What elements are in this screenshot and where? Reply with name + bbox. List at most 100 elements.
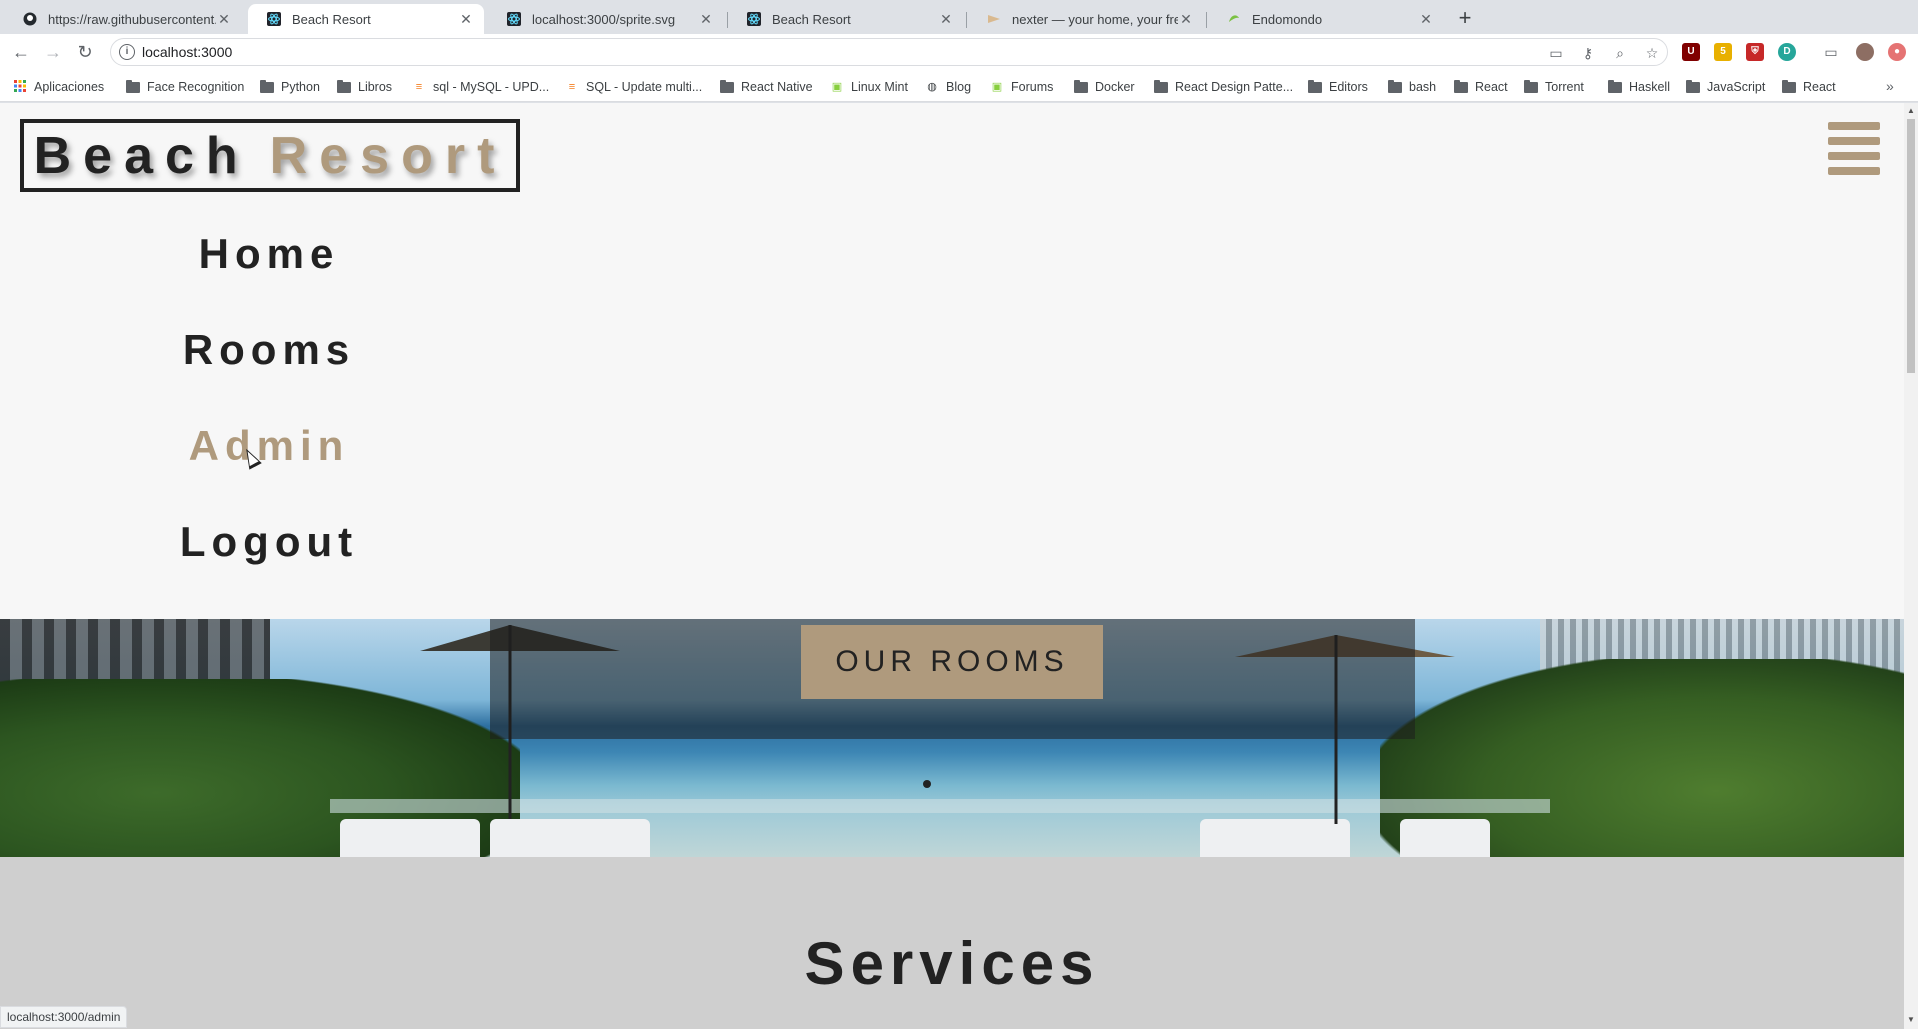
tab-github-raw[interactable]: https://raw.githubusercontent.c ✕ [4,4,242,34]
back-icon[interactable]: ← [9,40,33,64]
bookmark-label: Face Recognition [147,80,245,94]
more-bookmarks-icon[interactable]: » [1886,78,1894,94]
reload-icon[interactable]: ↻ [73,40,97,64]
tab-title: Endomondo [1252,11,1323,27]
tab-title: https://raw.githubusercontent.c [48,11,216,27]
nav-link-logout[interactable]: Logout [0,518,538,566]
apps-grid-icon [13,80,27,94]
bookmark-apps[interactable]: Aplicaciones [13,78,104,96]
close-tab-icon[interactable]: ✕ [698,11,714,28]
react-icon [746,11,762,27]
close-tab-icon[interactable]: ✕ [458,11,474,28]
bookmark-link[interactable]: ≡ SQL - Update multi... [565,78,702,96]
bookmarks-bar: Aplicaciones Face Recognition Python Lib… [0,70,1918,102]
logo-word-beach: Beach [33,126,250,185]
bookmark-label: Forums [1011,80,1054,94]
site-info-icon[interactable]: i [119,44,135,60]
page-scrollbar[interactable]: ▲ ▼ [1904,103,1918,1029]
tab-separator [966,12,967,28]
bookmark-folder[interactable]: Torrent [1524,78,1584,96]
bookmark-label: SQL - Update multi... [586,80,703,94]
tab-title: nexter — your home, your free [1012,11,1178,27]
nexter-icon [986,11,1002,27]
folder-icon [1388,79,1402,93]
folder-icon [1154,79,1168,93]
scroll-down-icon[interactable]: ▼ [1904,1013,1918,1027]
zoom-icon[interactable]: ⌕ [1611,44,1629,62]
hamburger-menu-icon[interactable] [1828,122,1880,176]
scrollbar-thumb[interactable] [1907,119,1915,373]
address-url[interactable]: localhost:3000 [142,44,232,60]
tab-title: Beach Resort [772,11,851,27]
bookmark-label: Aplicaciones [34,80,105,94]
bookmark-folder[interactable]: bash [1388,78,1436,96]
bookmark-folder[interactable]: Haskell [1608,78,1670,96]
bookmark-link[interactable]: ▣ Forums [990,78,1054,96]
bookmark-folder[interactable]: Editors [1308,78,1368,96]
bookmark-folder[interactable]: Docker [1074,78,1135,96]
address-bar[interactable]: i localhost:3000 ▭ ⚷ ⌕ ☆ [110,38,1668,66]
bookmark-folder[interactable]: Face Recognition [126,78,244,96]
tab-beach-resort[interactable]: Beach Resort ✕ [728,4,964,34]
page-viewport: Beach Resort Home Rooms Admin Logout OUR… [0,103,1904,1029]
bookmark-link[interactable]: ▣ Linux Mint [830,78,908,96]
stackoverflow-icon: ≡ [415,81,423,93]
shield-icon[interactable]: ⛨ [1746,43,1764,61]
bookmark-folder[interactable]: React Design Patte... [1154,78,1293,96]
tab-sprite-svg[interactable]: localhost:3000/sprite.svg ✕ [488,4,724,34]
our-rooms-button[interactable]: OUR ROOMS [801,625,1103,699]
cast-icon[interactable]: ▭ [1822,43,1840,61]
extension-badge-icon[interactable]: 5 [1714,43,1732,61]
bookmark-folder[interactable]: React Native [720,78,813,96]
tab-title: localhost:3000/sprite.svg [532,11,676,27]
github-icon [22,11,38,27]
tab-nexter[interactable]: nexter — your home, your free ✕ [968,4,1204,34]
endomondo-icon [1226,11,1242,27]
tab-beach-resort-active[interactable]: Beach Resort ✕ [248,4,484,34]
tab-strip: https://raw.githubusercontent.c ✕ Beach … [0,0,1918,34]
bookmark-label: Haskell [1629,80,1670,94]
tab-separator [1206,12,1207,28]
folder-icon [1608,79,1622,93]
linux-mint-icon: ▣ [831,81,843,93]
nav-link-admin[interactable]: Admin [0,422,538,470]
folder-icon [1782,79,1796,93]
menu-dot-icon[interactable]: ● [1888,43,1906,61]
tab-endomondo[interactable]: Endomondo ✕ [1208,4,1444,34]
bookmark-folder[interactable]: Python [260,78,320,96]
bookmark-link[interactable]: ≡ sql - MySQL - UPD... [412,78,549,96]
key-icon[interactable]: ⚷ [1579,44,1597,62]
bookmark-label: Torrent [1545,80,1584,94]
bookmark-link[interactable]: ◍ Blog [925,78,971,96]
bookmark-label: React [1803,80,1836,94]
avatar[interactable] [1856,43,1874,61]
new-tab-button[interactable]: + [1453,7,1477,31]
site-logo[interactable]: Beach Resort [20,119,520,192]
linux-mint-icon: ▣ [991,81,1003,93]
services-section: Services [0,857,1904,1029]
nav-link-home[interactable]: Home [0,230,538,278]
ublock-icon[interactable]: U [1682,43,1700,61]
bookmark-folder[interactable]: React [1782,78,1836,96]
bookmark-folder[interactable]: JavaScript [1686,78,1765,96]
bookmark-label: sql - MySQL - UPD... [433,80,550,94]
bookmark-label: Linux Mint [851,80,908,94]
close-tab-icon[interactable]: ✕ [216,11,232,28]
folder-icon [1308,79,1322,93]
bookmark-star-icon[interactable]: ☆ [1643,44,1661,62]
forward-icon[interactable]: → [41,40,65,64]
logo-word-resort: Resort [269,126,507,185]
scroll-up-icon[interactable]: ▲ [1904,104,1918,118]
globe-icon: ◍ [927,81,937,93]
services-title: Services [804,930,1100,997]
hero-banner: OUR ROOMS [0,619,1904,857]
bookmark-folder[interactable]: Libros [337,78,392,96]
nav-link-rooms[interactable]: Rooms [0,326,538,374]
folder-icon [1524,79,1538,93]
cast-tab-icon[interactable]: ▭ [1547,44,1565,62]
extension-green-icon[interactable]: D [1778,43,1796,61]
bookmark-folder[interactable]: React [1454,78,1508,96]
close-tab-icon[interactable]: ✕ [1178,11,1194,28]
close-tab-icon[interactable]: ✕ [938,11,954,28]
close-tab-icon[interactable]: ✕ [1418,11,1434,28]
